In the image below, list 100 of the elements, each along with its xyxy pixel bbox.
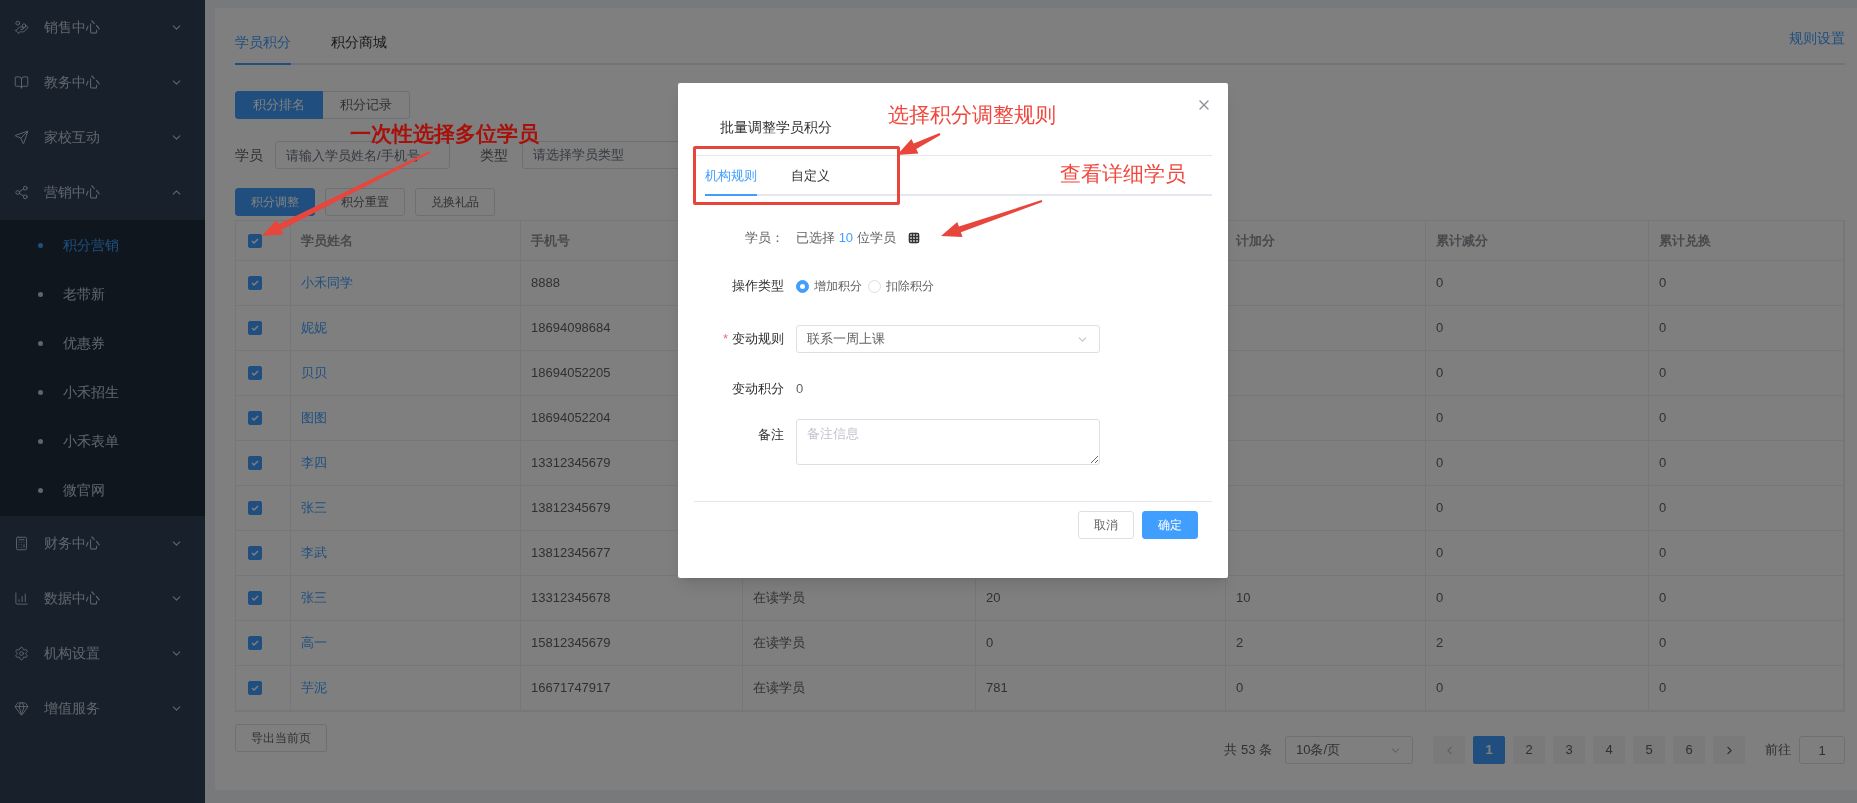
annotation-text: 查看详细学员 [1060, 161, 1186, 187]
menu-item[interactable]: 财务中心 [0, 516, 205, 571]
total-count: 共 53 条 [1224, 741, 1272, 760]
export-button[interactable]: 导出当前页 [235, 724, 327, 752]
table-cell-text: 20 [986, 589, 1001, 608]
submenu-item[interactable]: 老带新 [0, 270, 205, 319]
menu-item[interactable]: 数据中心 [0, 571, 205, 626]
student-name-link[interactable]: 张三 [301, 498, 327, 518]
book-icon [14, 75, 29, 90]
page-button[interactable]: 3 [1553, 736, 1585, 764]
row-checkbox[interactable] [248, 411, 262, 425]
table-cell-text: 15812345679 [531, 634, 611, 653]
radio-option[interactable]: 扣除积分 [868, 277, 934, 295]
form-label: 操作类型 [731, 277, 785, 296]
page-button[interactable]: 5 [1633, 736, 1665, 764]
table-cell-text: 0 [1659, 634, 1667, 653]
radio-option[interactable]: 增加积分 [796, 277, 862, 295]
settings-icon [14, 646, 29, 661]
menu-item[interactable]: 销售中心 [0, 0, 205, 55]
view-toggle[interactable]: 积分记录 [323, 91, 410, 119]
row-checkbox[interactable] [248, 681, 262, 695]
goto-page-field[interactable]: 1 [1799, 736, 1845, 764]
page-button[interactable]: 6 [1673, 736, 1705, 764]
submenu-item[interactable]: 微官网 [0, 466, 205, 515]
table-cell-text: 0 [1436, 544, 1444, 563]
table-cell-text: 0 [1659, 589, 1667, 608]
submenu-item[interactable]: 积分营销 [0, 221, 205, 270]
tab[interactable]: 学员积分 [235, 32, 291, 65]
row-checkbox[interactable] [248, 366, 262, 380]
check-icon [250, 235, 260, 246]
check-icon [250, 458, 260, 468]
row-checkbox[interactable] [248, 276, 262, 290]
table-cell-text: 0 [986, 634, 994, 653]
submenu-item[interactable]: 优惠券 [0, 319, 205, 368]
table-cell-text: 0 [1436, 499, 1444, 518]
row-checkbox[interactable] [248, 501, 262, 515]
rules-settings-link[interactable]: 规则设置 [1789, 28, 1845, 49]
table-cell-text: 0 [1436, 454, 1444, 473]
menu-item[interactable]: 营销中心 [0, 165, 205, 220]
check-icon [250, 323, 260, 333]
student-name-link[interactable]: 芋泥 [301, 678, 327, 698]
check-icon [250, 638, 260, 648]
menu-item[interactable]: 机构设置 [0, 626, 205, 681]
grid-icon[interactable] [907, 232, 920, 244]
student-name-link[interactable]: 张三 [301, 588, 327, 608]
menu-item[interactable]: 教务中心 [0, 55, 205, 110]
table-cell-text: 0 [1659, 454, 1667, 473]
table-cell-text: 0 [1436, 274, 1444, 293]
tab[interactable]: 积分商城 [331, 32, 387, 65]
row-checkbox[interactable] [248, 321, 262, 335]
action-button[interactable]: 积分重置 [325, 188, 405, 216]
student-name-link[interactable]: 李武 [301, 543, 327, 563]
student-name-link[interactable]: 图图 [301, 408, 327, 428]
student-name-link[interactable]: 贝贝 [301, 363, 327, 383]
select-all-checkbox[interactable] [248, 233, 262, 248]
page-button[interactable]: 4 [1593, 736, 1625, 764]
student-name-link[interactable]: 小禾同学 [301, 273, 353, 293]
student-name-link[interactable]: 妮妮 [301, 318, 327, 338]
table-cell-text: 0 [1436, 364, 1444, 383]
table-cell-text: 781 [986, 679, 1008, 698]
submenu-item[interactable]: 小禾招生 [0, 368, 205, 417]
calculator-icon [14, 536, 29, 551]
arrow [897, 133, 941, 155]
check-icon [250, 593, 260, 603]
action-button[interactable]: 兑换礼品 [415, 188, 495, 216]
table-cell-text: 13312345679 [531, 454, 611, 473]
bullet-icon [38, 439, 43, 444]
paper-plane-icon [14, 130, 29, 145]
table-cell-text: 0 [1659, 274, 1667, 293]
table-cell-text: 0 [1236, 679, 1244, 698]
table-cell-text: 18694052204 [531, 409, 611, 428]
table-cell-text: 0 [1436, 679, 1444, 698]
next-page-button[interactable] [1713, 736, 1745, 764]
page-button[interactable]: 2 [1513, 736, 1545, 764]
menu-item[interactable]: 家校互动 [0, 110, 205, 165]
table-cell-text: 0 [1659, 319, 1667, 338]
page-size-select[interactable]: 10条/页 [1285, 736, 1413, 764]
dialog-button[interactable]: 确定 [1142, 511, 1198, 539]
row-checkbox[interactable] [248, 591, 262, 605]
rule-select[interactable]: 联系一周上课 [796, 325, 1100, 353]
menu-item[interactable]: 增值服务 [0, 681, 205, 736]
row-checkbox[interactable] [248, 546, 262, 560]
row-checkbox[interactable] [248, 636, 262, 650]
check-icon [250, 413, 260, 423]
points-value: 0 [796, 380, 804, 399]
table-cell-text: 10 [1236, 589, 1251, 608]
student-name-link[interactable]: 李四 [301, 453, 327, 473]
remark-field[interactable]: 备注信息 [796, 419, 1100, 465]
page-button[interactable]: 1 [1473, 736, 1505, 764]
annotation-text: 选择积分调整规则 [888, 102, 1056, 128]
dialog-tab[interactable]: 自定义 [791, 165, 830, 196]
dialog-title: 批量调整学员积分 [720, 118, 833, 137]
action-button[interactable]: 积分调整 [235, 188, 315, 216]
dialog-button[interactable]: 取消 [1078, 511, 1134, 539]
row-checkbox[interactable] [248, 456, 262, 470]
dialog-tab[interactable]: 机构规则 [705, 165, 757, 196]
type-filter-label: 类型 [480, 145, 509, 165]
table-cell-text: 2 [1236, 634, 1244, 653]
submenu-item[interactable]: 小禾表单 [0, 417, 205, 466]
view-toggle[interactable]: 积分排名 [235, 91, 323, 119]
